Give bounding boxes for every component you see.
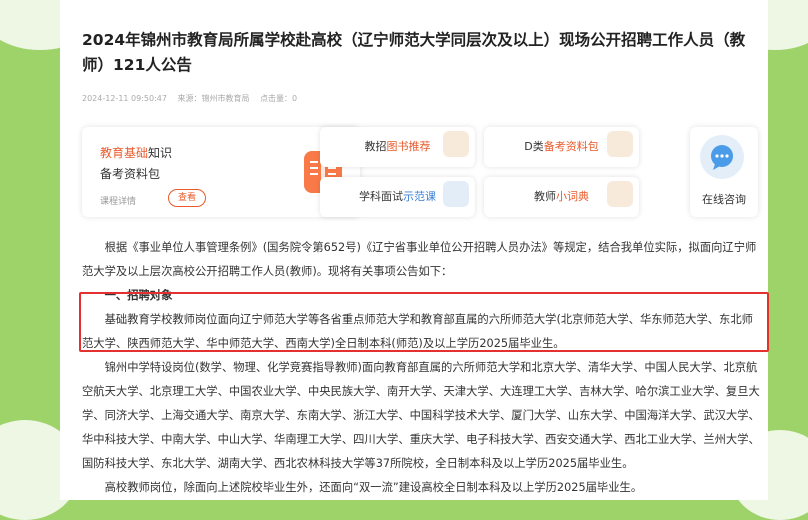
promo-card-textbooks[interactable]: 教招图书推荐 <box>320 127 475 167</box>
article-meta: 2024-12-11 09:50:47 来源：锦州市教育局 点击量：0 <box>82 93 305 104</box>
paragraph: 根据《事业单位人事管理条例》(国务院令第652号)《辽宁省事业单位公开招聘人员办… <box>82 241 757 278</box>
paragraph: 锦州中学特设岗位(数学、物理、化学竞赛指导教师)面向教育部直属的六所师范大学和北… <box>82 361 760 470</box>
article-card: 2024年锦州市教育局所属学校赴高校（辽宁师范大学同层次及以上）现场公开招聘工作… <box>60 0 768 500</box>
article-source: 来源：锦州市教育局 <box>177 94 250 103</box>
promo-card-basics[interactable]: 教育基础知识 备考资料包 课程详情 查看 <box>82 127 360 217</box>
highlight-annotation <box>79 292 769 352</box>
promo-card-subtitle: 备考资料包 <box>100 167 161 181</box>
chat-icon <box>700 135 744 179</box>
promo-card-d-materials[interactable]: D类备考资料包 <box>484 127 639 167</box>
document-icon <box>607 131 633 157</box>
online-consult-card[interactable]: 在线咨询 <box>690 127 758 217</box>
view-button[interactable]: 查看 <box>168 189 206 207</box>
course-detail-link[interactable]: 课程详情 <box>100 194 136 207</box>
promo-card-dictionary[interactable]: 教师小词典 <box>484 177 639 217</box>
promo-card-interview[interactable]: 学科面试示范课 <box>320 177 475 217</box>
graduation-cap-icon <box>443 181 469 207</box>
publish-date: 2024-12-11 09:50:47 <box>82 94 167 103</box>
online-consult-label: 在线咨询 <box>702 193 746 206</box>
view-count: 点击量：0 <box>260 94 298 103</box>
person-icon <box>443 131 469 157</box>
article-body: 根据《事业单位人事管理条例》(国务院令第652号)《辽宁省事业单位公开招聘人员办… <box>82 236 762 500</box>
page-title: 2024年锦州市教育局所属学校赴高校（辽宁师范大学同层次及以上）现场公开招聘工作… <box>82 31 746 74</box>
promo-card-title: 教育基础知识 <box>100 146 173 160</box>
dictionary-icon <box>607 181 633 207</box>
paragraph: 高校教师岗位，除面向上述院校毕业生外，还面向“双一流”建设高校全日制本科及以上学… <box>104 481 643 494</box>
